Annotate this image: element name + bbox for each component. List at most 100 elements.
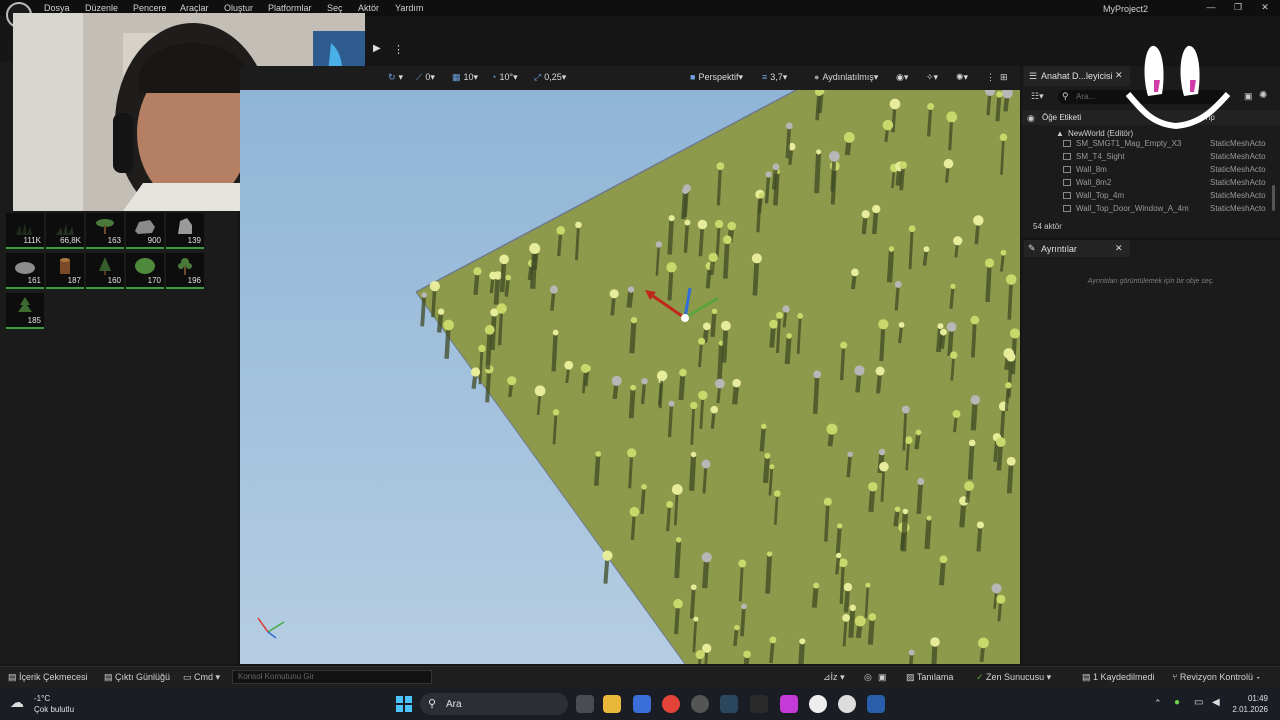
tree-crown	[769, 636, 777, 644]
foliage-tile[interactable]: 160	[86, 253, 124, 289]
foliage-tile[interactable]: 170	[126, 253, 164, 289]
surface-snap-button[interactable]: ⟋ 0▾	[416, 72, 435, 83]
foliage-tile[interactable]: 163	[86, 213, 124, 249]
foliage-pine-icon	[99, 257, 111, 275]
lighting-mode-label: Aydınlatılmış	[822, 72, 874, 82]
weather-cloud-icon[interactable]: ☁	[10, 694, 30, 710]
tree-shadow	[628, 387, 636, 419]
viewport-settings-button[interactable]: ✺▾	[956, 72, 968, 83]
foliage-tile[interactable]: 196	[166, 253, 204, 289]
transform-mode-button[interactable]: ↻ ▾	[388, 72, 403, 83]
menu-tools[interactable]: Araçlar	[180, 3, 209, 13]
lighting-mode-button[interactable]: ● Aydınlatılmış▾	[814, 72, 878, 83]
store-icon[interactable]	[633, 695, 651, 713]
close-icon[interactable]: ✕	[1257, 2, 1273, 14]
maximize-icon[interactable]: ❐	[1230, 2, 1246, 14]
speed-icon: ≡	[762, 72, 768, 82]
foliage-tile[interactable]: 161	[6, 253, 44, 289]
table-row[interactable]: Wall_Top_Door_Window_A_4m StaticMeshActo	[1022, 202, 1272, 215]
table-row[interactable]: SM_T4_Sight StaticMeshActo	[1022, 150, 1272, 163]
cmd-button[interactable]: ▭ Cmd ▾	[183, 672, 220, 683]
column-item-label[interactable]: Öğe Etiketi	[1042, 113, 1081, 122]
table-row[interactable]: Wall_8m StaticMeshActo	[1022, 163, 1272, 176]
tree-crown	[473, 267, 482, 276]
filter-icon[interactable]: ☷▾	[1031, 91, 1044, 102]
app-icon[interactable]	[691, 695, 709, 713]
tree-crown	[1006, 456, 1016, 466]
epic-games-icon[interactable]	[750, 695, 768, 713]
app-icon[interactable]	[867, 695, 885, 713]
microphone-icon[interactable]: ●	[1174, 697, 1180, 708]
menu-platforms[interactable]: Platformlar	[268, 3, 312, 13]
tree-crown	[714, 219, 724, 229]
level-viewport[interactable]	[240, 66, 1020, 664]
grid-snap-button[interactable]: ▦ 10▾	[452, 72, 478, 83]
unreal-engine-icon[interactable]	[809, 695, 827, 713]
menu-select[interactable]: Seç	[327, 3, 343, 13]
menu-build[interactable]: Oluştur	[224, 3, 253, 13]
menu-edit[interactable]: Düzenle	[85, 3, 118, 13]
show-flags-button[interactable]: ◉▾	[896, 72, 908, 83]
tree-crown	[849, 604, 857, 612]
screenshot-icon[interactable]: ▣	[878, 672, 887, 683]
realtime-button[interactable]: ✧▾	[926, 72, 938, 83]
unreal-engine-icon[interactable]	[838, 695, 856, 713]
clock-date[interactable]: 2.01.2026	[1224, 705, 1268, 714]
network-icon[interactable]: ▭	[1194, 697, 1203, 708]
chrome-icon[interactable]	[662, 695, 680, 713]
content-drawer-button[interactable]: ▤ İçerik Çekmecesi	[8, 672, 88, 683]
table-row[interactable]: Wall_8m2 StaticMeshActo	[1022, 176, 1272, 189]
menu-window[interactable]: Pencere	[133, 3, 167, 13]
outliner-scrollbar[interactable]	[1272, 185, 1275, 211]
foliage-tile[interactable]: 139	[166, 213, 204, 249]
app-icon[interactable]	[780, 695, 798, 713]
zen-server-button[interactable]: ✓ Zen Sunucusu ▾	[976, 672, 1051, 683]
file-explorer-icon[interactable]	[603, 695, 621, 713]
view-mode-button[interactable]: ■ Perspektif▾	[690, 72, 743, 83]
minimize-icon[interactable]: —	[1203, 2, 1219, 14]
weather-temperature[interactable]: -1°C	[34, 694, 50, 703]
play-icon[interactable]: ▶	[373, 43, 385, 55]
task-view-icon[interactable]	[576, 695, 594, 713]
rotation-snap-button[interactable]: ◔ 10°▾	[491, 72, 518, 83]
taskbar-search[interactable]	[420, 693, 568, 715]
unsaved-button[interactable]: ▤ 1 Kaydedilmedi	[1082, 672, 1155, 683]
clock-time[interactable]: 01:49	[1232, 694, 1268, 703]
menu-file[interactable]: Dosya	[44, 3, 70, 13]
tree-crown	[946, 111, 958, 123]
tree-crown	[1000, 249, 1007, 256]
foliage-tile[interactable]: 111K	[6, 213, 44, 249]
revision-control-button[interactable]: ⑂ Revizyon Kontrolü ▾	[1172, 672, 1261, 682]
add-folder-icon[interactable]: ▣	[1244, 91, 1253, 102]
menu-help[interactable]: Yardım	[395, 3, 423, 13]
volume-icon[interactable]: ◀	[1212, 697, 1220, 708]
visibility-icon[interactable]: ◉	[1027, 113, 1035, 124]
tree-crown	[656, 370, 668, 381]
camera-speed-button[interactable]: ≡ 3,7▾	[762, 72, 787, 83]
foliage-grass-icon	[56, 224, 74, 235]
derived-data-button[interactable]: ▨ Tanılama	[906, 672, 953, 683]
viewport-layout-button[interactable]: ⊞	[1000, 72, 1008, 83]
table-row[interactable]: Wall_Top_4m StaticMeshActo	[1022, 189, 1272, 202]
windows-start-icon[interactable]	[396, 696, 412, 712]
viewport-options-button[interactable]: ⋮	[986, 72, 995, 83]
tray-chevron-icon[interactable]: ⌃	[1154, 698, 1162, 709]
diagnostics-icon[interactable]: ◎	[864, 672, 872, 683]
content-drawer-label: İçerik Çekmecesi	[19, 672, 88, 682]
settings-icon[interactable]: ✺	[1259, 90, 1267, 101]
details-title: Ayrıntılar	[1041, 244, 1077, 254]
foliage-tile[interactable]: 66,8K	[46, 213, 84, 249]
foliage-tile[interactable]: 185	[6, 293, 44, 329]
weather-description[interactable]: Çok bulutlu	[34, 705, 74, 714]
tree-crown	[609, 289, 619, 299]
more-options-icon[interactable]: ⋮	[393, 43, 404, 56]
output-log-button[interactable]: ▤ Çıktı Günlüğü	[104, 672, 170, 683]
scale-snap-button[interactable]: ⤢ 0,25▾	[534, 72, 566, 83]
foliage-tile[interactable]: 187	[46, 253, 84, 289]
tree-crown	[698, 390, 708, 400]
trace-button[interactable]: ⊿İz ▾	[823, 672, 845, 683]
foliage-tile[interactable]: 900	[126, 213, 164, 249]
steam-icon[interactable]	[720, 695, 738, 713]
menu-actor[interactable]: Aktör	[358, 3, 379, 13]
close-icon[interactable]: ✕	[1115, 243, 1123, 254]
